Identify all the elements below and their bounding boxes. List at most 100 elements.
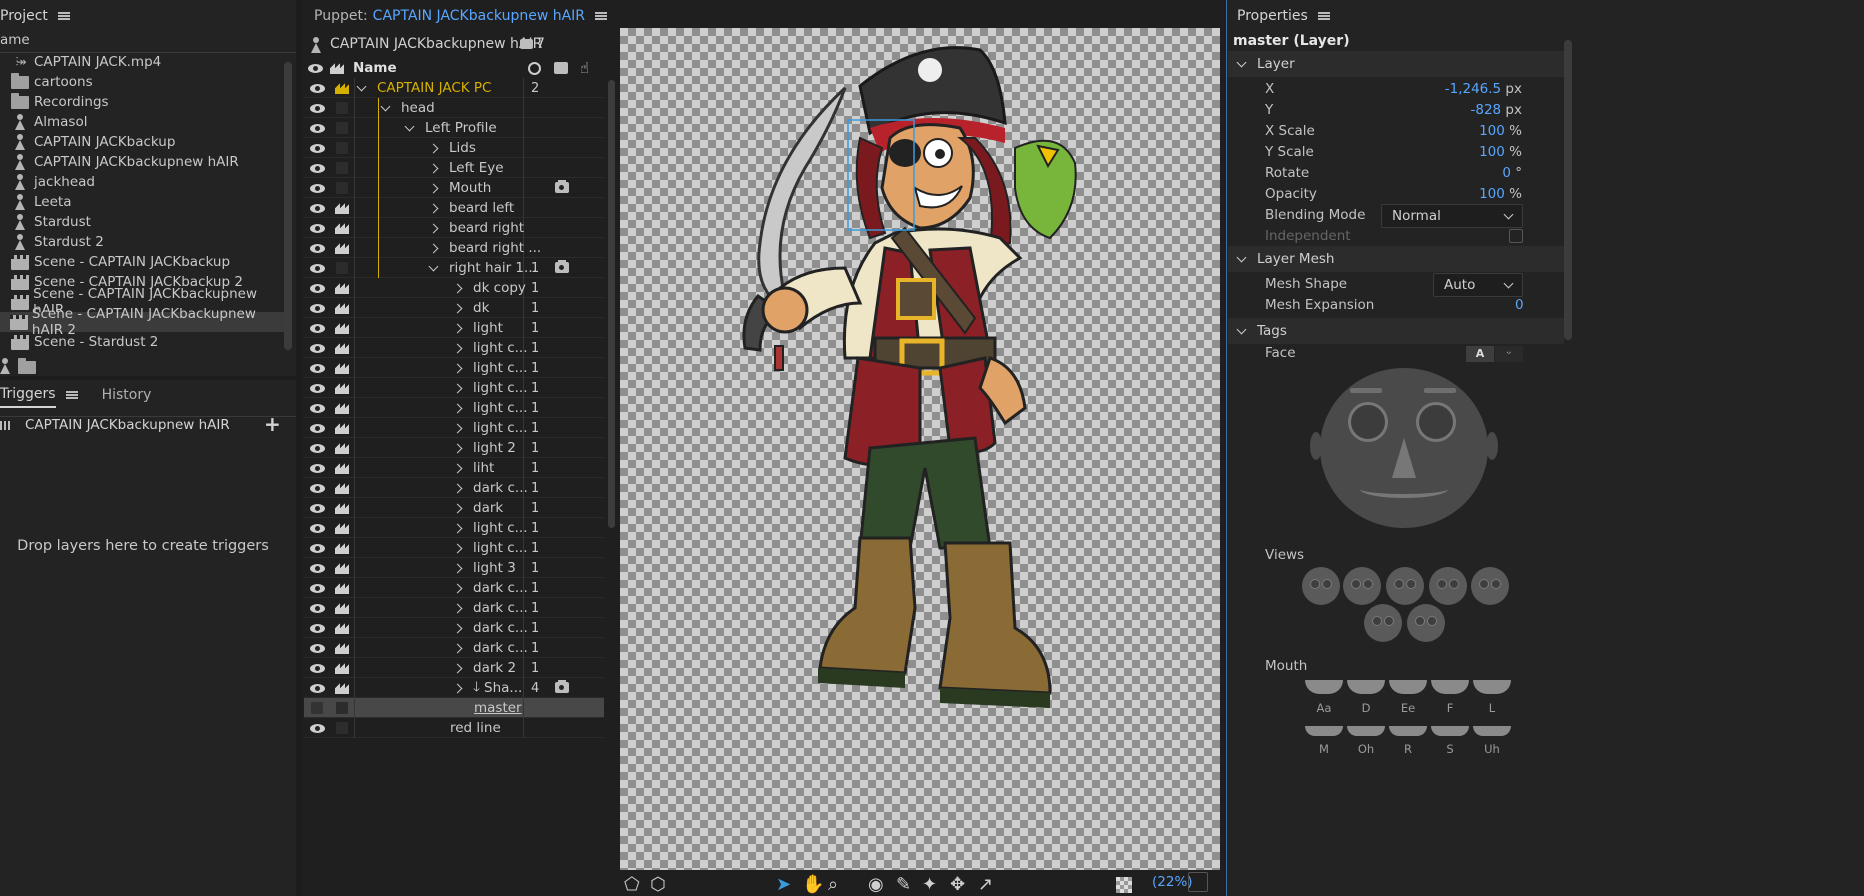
layer-name[interactable]: light c... bbox=[452, 358, 528, 378]
layer-name[interactable]: head bbox=[380, 98, 435, 118]
expand-chevron-icon[interactable] bbox=[452, 643, 463, 653]
independence-toggle[interactable] bbox=[330, 518, 354, 538]
visibility-toggle[interactable] bbox=[304, 178, 330, 198]
layer-row[interactable]: dark c... 1 bbox=[304, 578, 604, 598]
layer-name[interactable]: beard left bbox=[428, 198, 514, 218]
camera-column-icon[interactable] bbox=[554, 62, 568, 74]
expand-chevron-icon[interactable] bbox=[452, 403, 463, 413]
eye-column-icon[interactable] bbox=[308, 64, 323, 73]
project-scrollbar[interactable] bbox=[284, 62, 292, 350]
independence-toggle[interactable] bbox=[330, 338, 354, 358]
layer-row[interactable]: light c... 1 bbox=[304, 338, 604, 358]
project-item[interactable]: Almasol bbox=[0, 112, 284, 132]
layer-row[interactable]: dark 1 bbox=[304, 498, 604, 518]
layer-name[interactable]: Mouth bbox=[428, 178, 491, 198]
layer-name[interactable]: right hair 1... bbox=[428, 258, 537, 278]
mesh-shape-select[interactable]: Auto bbox=[1433, 273, 1523, 297]
project-item[interactable]: cartoons bbox=[0, 72, 284, 92]
visibility-toggle[interactable] bbox=[304, 498, 330, 518]
visibility-toggle[interactable] bbox=[304, 298, 330, 318]
expand-chevron-icon[interactable] bbox=[452, 563, 463, 573]
project-item[interactable]: jackhead bbox=[0, 172, 284, 192]
layer-name[interactable]: Left Eye bbox=[428, 158, 504, 178]
layer-row[interactable]: light 3 1 bbox=[304, 558, 604, 578]
independence-toggle[interactable] bbox=[330, 498, 354, 518]
visibility-toggle[interactable] bbox=[304, 558, 330, 578]
expand-chevron-icon[interactable] bbox=[452, 463, 463, 473]
blending-mode-select[interactable]: Normal bbox=[1381, 204, 1523, 228]
layer-name[interactable]: light c... bbox=[452, 378, 528, 398]
collapse-chevron-icon[interactable] bbox=[380, 101, 391, 111]
layer-name[interactable]: red line bbox=[450, 718, 501, 738]
layer-row[interactable]: light 2 1 bbox=[304, 438, 604, 458]
left-brow-icon[interactable] bbox=[1350, 388, 1382, 393]
layer-row[interactable]: CAPTAIN JACK PC 2 bbox=[304, 78, 604, 98]
expand-chevron-icon[interactable] bbox=[452, 283, 463, 293]
independence-toggle[interactable] bbox=[330, 118, 354, 138]
visibility-toggle[interactable] bbox=[304, 458, 330, 478]
visibility-toggle[interactable] bbox=[304, 338, 330, 358]
field-number[interactable]: -828 bbox=[1471, 102, 1502, 118]
face-text-button[interactable]: A bbox=[1466, 346, 1494, 362]
tab-triggers[interactable]: Triggers bbox=[0, 386, 56, 408]
layer-row[interactable]: Lids bbox=[304, 138, 604, 158]
expand-chevron-icon[interactable] bbox=[452, 503, 463, 513]
view-left-quarter-icon[interactable] bbox=[1343, 567, 1381, 605]
layer-row[interactable]: light c... 1 bbox=[304, 518, 604, 538]
project-column-header[interactable]: ame bbox=[0, 32, 30, 48]
shape-icon[interactable]: ⬡ bbox=[650, 874, 666, 895]
independence-toggle[interactable] bbox=[330, 578, 354, 598]
section-tags[interactable]: Tags bbox=[1228, 318, 1564, 344]
layer-row[interactable]: light c... 1 bbox=[304, 358, 604, 378]
layer-row[interactable]: head bbox=[304, 98, 604, 118]
visibility-toggle[interactable] bbox=[304, 598, 330, 618]
new-puppet-icon[interactable] bbox=[0, 358, 10, 374]
layer-name[interactable]: light 3 bbox=[452, 558, 516, 578]
visibility-toggle[interactable] bbox=[304, 378, 330, 398]
visibility-toggle[interactable] bbox=[304, 658, 330, 678]
layer-name[interactable]: dark 2 bbox=[452, 658, 516, 678]
project-item[interactable]: Leeta bbox=[0, 192, 284, 212]
visibility-toggle[interactable] bbox=[304, 438, 330, 458]
independent-checkbox[interactable] bbox=[1509, 229, 1523, 243]
visibility-toggle[interactable] bbox=[304, 78, 330, 98]
mouth-shape-icon[interactable] bbox=[1431, 726, 1469, 736]
mesh-warp-icon[interactable]: ⬠ bbox=[624, 874, 640, 895]
layer-name[interactable]: light c... bbox=[452, 418, 528, 438]
visibility-toggle[interactable] bbox=[304, 258, 330, 278]
mouth-icon[interactable] bbox=[1360, 480, 1448, 498]
visibility-toggle[interactable] bbox=[304, 358, 330, 378]
independence-toggle[interactable] bbox=[330, 418, 354, 438]
col-name[interactable]: Name bbox=[353, 60, 397, 76]
visibility-toggle[interactable] bbox=[304, 478, 330, 498]
independence-toggle[interactable] bbox=[330, 238, 354, 258]
mouth-shape-icon[interactable] bbox=[1389, 726, 1427, 736]
select-arrow-icon[interactable]: ➤ bbox=[776, 874, 791, 895]
independence-toggle[interactable] bbox=[330, 98, 354, 118]
expand-chevron-icon[interactable] bbox=[452, 663, 463, 673]
crown-column-icon[interactable] bbox=[330, 63, 344, 74]
visibility-toggle[interactable] bbox=[304, 538, 330, 558]
expand-chevron-icon[interactable] bbox=[452, 543, 463, 553]
layer-row[interactable]: dk copy 1 bbox=[304, 278, 604, 298]
visibility-toggle[interactable] bbox=[304, 98, 330, 118]
layer-row[interactable]: light c... 1 bbox=[304, 378, 604, 398]
layer-name[interactable]: CAPTAIN JACK PC bbox=[356, 78, 492, 98]
mouth-shape-icon[interactable] bbox=[1473, 726, 1511, 736]
section-layer-mesh[interactable]: Layer Mesh bbox=[1228, 246, 1564, 272]
visibility-toggle[interactable] bbox=[304, 398, 330, 418]
layer-row[interactable]: beard left bbox=[304, 198, 604, 218]
stage-canvas[interactable] bbox=[620, 28, 1220, 870]
touch-column-icon[interactable]: ☝ bbox=[580, 59, 589, 77]
view-right-quarter-icon[interactable] bbox=[1429, 567, 1467, 605]
properties-scrollbar[interactable] bbox=[1564, 40, 1572, 340]
independence-toggle[interactable] bbox=[330, 658, 354, 678]
layer-name[interactable]: dark bbox=[452, 498, 503, 518]
layer-row[interactable]: light c... 1 bbox=[304, 398, 604, 418]
independence-toggle[interactable] bbox=[330, 598, 354, 618]
puppet-menu-icon[interactable] bbox=[595, 12, 608, 20]
mouth-shape-icon[interactable] bbox=[1305, 726, 1343, 736]
project-item[interactable]: Stardust bbox=[0, 212, 284, 232]
visibility-toggle[interactable] bbox=[304, 278, 330, 298]
expand-chevron-icon[interactable] bbox=[428, 183, 439, 193]
